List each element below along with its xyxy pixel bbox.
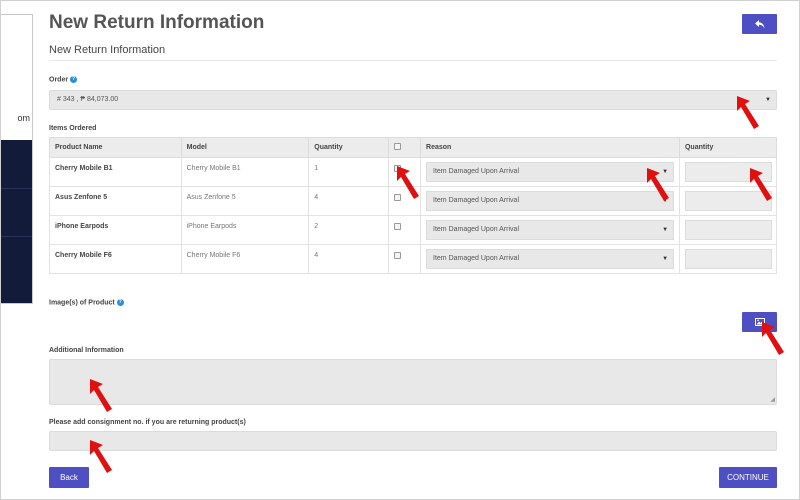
items-ordered-label: Items Ordered <box>49 125 97 132</box>
reason-select[interactable]: Item Damaged Upon Arrival ▼ <box>426 162 675 182</box>
column-header-select <box>388 137 422 158</box>
red-arrow-icon <box>90 379 112 412</box>
product-name: iPhone Earpods <box>49 215 182 245</box>
app-frame: om New Return Information New Return Inf… <box>0 0 800 500</box>
product-model: Cherry Mobile B1 <box>180 157 310 187</box>
return-qty-cell <box>678 244 778 274</box>
select-all-checkbox[interactable] <box>394 143 402 150</box>
reason-select[interactable]: Item Damaged Upon Arrival ▼ <box>426 249 675 269</box>
column-header-quantity: Quantity <box>308 137 390 158</box>
divider <box>49 60 777 61</box>
reason-select[interactable]: Item Damaged Upon Arrival ▼ <box>426 191 675 211</box>
table-row: Cherry Mobile F6 Cherry Mobile F6 4 Item… <box>49 244 778 274</box>
reason-cell: Item Damaged Upon Arrival ▼ <box>420 244 680 274</box>
order-select[interactable]: # 343 , ₱ 84,073.00 ▼ <box>49 90 777 110</box>
order-label: Order <box>49 76 69 84</box>
product-name: Cherry Mobile B1 <box>49 157 182 187</box>
row-checkbox[interactable] <box>394 252 402 259</box>
red-arrow-icon <box>397 166 419 199</box>
reason-value: Item Damaged Upon Arrival <box>433 168 519 175</box>
red-arrow-icon <box>737 96 759 129</box>
reason-select[interactable]: Item Damaged Upon Arrival ▼ <box>426 220 675 240</box>
sidebar-divider <box>1 188 32 189</box>
caret-down-icon: ▼ <box>662 256 669 262</box>
caret-down-icon: ▼ <box>765 97 771 103</box>
product-quantity: 2 <box>308 215 390 245</box>
column-header-return-quantity: Quantity <box>678 137 778 158</box>
red-arrow-icon <box>762 322 784 355</box>
additional-info-label: Additional Information <box>49 347 124 354</box>
product-name: Asus Zenfone 5 <box>49 186 182 216</box>
sidebar-nav <box>1 140 32 303</box>
column-header-model: Model <box>180 137 310 158</box>
product-model: iPhone Earpods <box>180 215 310 245</box>
red-arrow-icon <box>750 168 772 201</box>
column-header-product-name: Product Name <box>49 137 182 158</box>
resize-handle-icon[interactable]: ◢ <box>770 396 775 403</box>
product-model: Cherry Mobile F6 <box>180 244 310 274</box>
reason-cell: Item Damaged Upon Arrival ▼ <box>420 186 680 216</box>
reason-cell: Item Damaged Upon Arrival ▼ <box>420 157 680 187</box>
order-select-value: # 343 , ₱ 84,073.00 <box>57 96 119 103</box>
page-title: New Return Information <box>49 12 265 33</box>
table-header-row: Product Name Model Quantity Reason Quant… <box>49 137 778 158</box>
back-button[interactable]: Back <box>49 467 89 488</box>
row-checkbox[interactable] <box>394 223 402 230</box>
sidebar-text-fragment: om <box>17 113 30 123</box>
table-row: iPhone Earpods iPhone Earpods 2 Item Dam… <box>49 215 778 245</box>
sidebar: om <box>1 14 33 304</box>
caret-down-icon: ▼ <box>662 227 669 233</box>
product-quantity: 4 <box>308 186 390 216</box>
return-quantity-input[interactable] <box>684 249 772 269</box>
product-model: Asus Zenfone 5 <box>180 186 310 216</box>
order-label-wrap: Order? <box>49 76 78 84</box>
product-name: Cherry Mobile F6 <box>49 244 182 274</box>
red-arrow-icon <box>647 168 669 201</box>
return-quantity-input[interactable] <box>684 220 772 240</box>
images-label: Image(s) of Product <box>49 299 115 307</box>
reason-value: Item Damaged Upon Arrival <box>433 226 519 233</box>
reason-value: Item Damaged Upon Arrival <box>433 197 519 204</box>
red-arrow-icon <box>90 440 112 473</box>
additional-info-textarea[interactable]: ◢ <box>49 359 777 405</box>
back-to-list-button[interactable] <box>742 14 777 34</box>
reason-cell: Item Damaged Upon Arrival ▼ <box>420 215 680 245</box>
reply-arrow-icon <box>754 19 764 28</box>
select-cell <box>388 244 422 274</box>
column-header-reason: Reason <box>420 137 680 158</box>
images-label-wrap: Image(s) of Product? <box>49 299 124 306</box>
consignment-label: Please add consignment no. if you are re… <box>49 419 246 426</box>
reason-value: Item Damaged Upon Arrival <box>433 255 519 262</box>
return-qty-cell <box>678 215 778 245</box>
help-circle-icon[interactable]: ? <box>70 76 78 83</box>
items-table: Product Name Model Quantity Reason Quant… <box>49 137 778 274</box>
help-circle-icon[interactable]: ? <box>116 299 124 306</box>
continue-button[interactable]: CONTINUE <box>719 467 777 488</box>
product-quantity: 1 <box>308 157 390 187</box>
consignment-input[interactable] <box>49 431 777 451</box>
product-quantity: 4 <box>308 244 390 274</box>
sidebar-divider <box>1 236 32 237</box>
select-cell <box>388 215 422 245</box>
page-subtitle: New Return Information <box>49 44 166 56</box>
